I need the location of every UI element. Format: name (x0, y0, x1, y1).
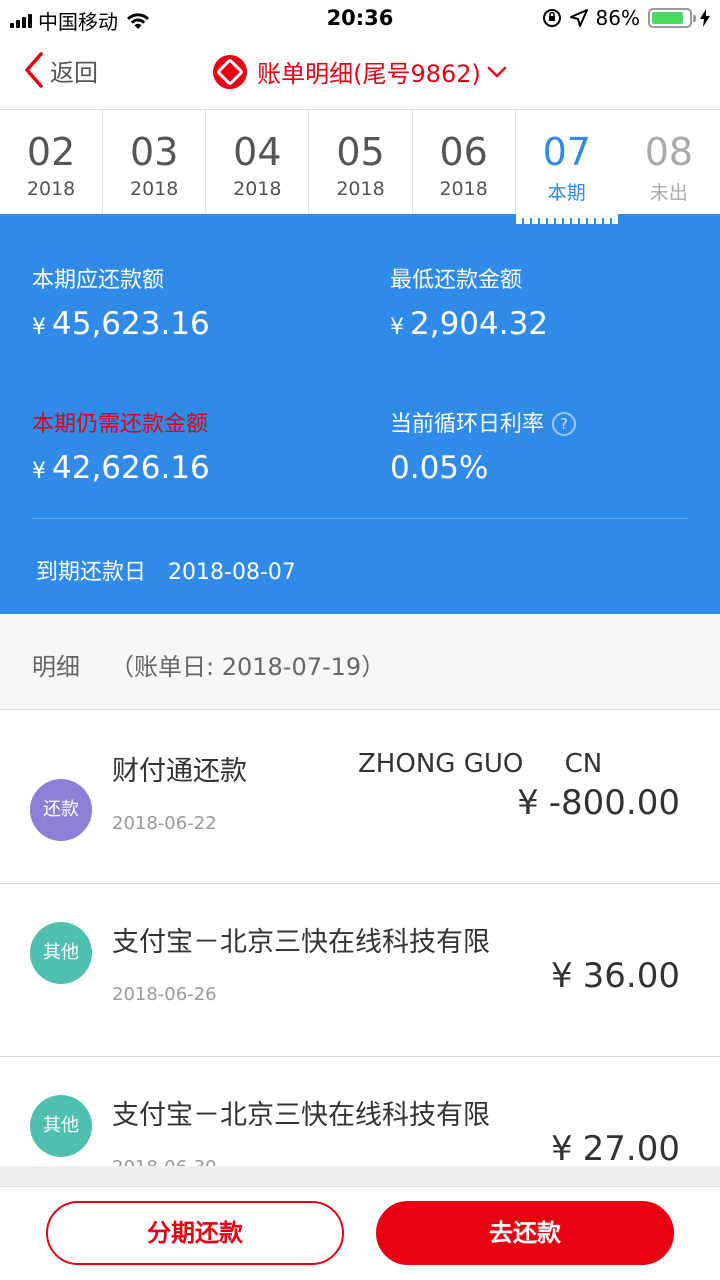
due-date-label: 到期还款日 (36, 560, 147, 585)
divider (32, 518, 688, 519)
min-payment-label: 最低还款金额 (390, 268, 523, 293)
status-bar: 中国移动 20:36 86% (0, 0, 720, 38)
due-amount-label: 本期应还款额 (32, 268, 165, 293)
remaining-block: 本期仍需还款金额 ¥42,626.16 (32, 406, 210, 486)
transaction-date: 2018-06-26 (112, 984, 217, 1005)
month-tab-03[interactable]: 03 2018 (103, 110, 207, 214)
orientation-lock-icon (542, 9, 561, 27)
card-selector[interactable]: 账单明细(尾号9862) (0, 54, 720, 89)
currency-symbol: ¥ (517, 783, 539, 823)
due-amount-value: ¥45,623.16 (32, 306, 210, 342)
remaining-label: 本期仍需还款金额 (32, 412, 209, 437)
month-year: 本期 (547, 182, 586, 204)
min-payment-block: 最低还款金额 ¥2,904.32 (390, 262, 548, 342)
month-number: 07 (542, 130, 591, 174)
detail-title: 明细 (32, 653, 80, 681)
installment-button[interactable]: 分期还款 (46, 1201, 344, 1265)
due-date-row: 到期还款日 2018-08-07 (36, 554, 296, 586)
month-year: 2018 (336, 178, 385, 200)
status-right: 86% (542, 6, 710, 30)
transaction-row[interactable]: 其他 支付宝－北京三快在线科技有限 2018-06-26 ¥36.00 (0, 884, 720, 1057)
bank-logo-icon (213, 54, 248, 89)
statement-date: （账单日: 2018-07-19） (110, 653, 386, 681)
merchant-name: 支付宝－北京三快在线科技有限 (112, 1100, 490, 1131)
month-number: 08 (644, 130, 694, 174)
transaction-row[interactable]: 还款 财付通还款 ZHONG GUO CN 2018-06-22 ¥ -800.0… (0, 711, 720, 884)
month-tab-08[interactable]: 08 未出 (618, 110, 720, 214)
transaction-amount: ¥ -800.00 (517, 783, 680, 823)
location-icon (569, 9, 588, 27)
month-number: 04 (233, 130, 282, 174)
min-payment-value: ¥2,904.32 (390, 306, 549, 342)
battery-icon (648, 8, 696, 28)
month-tabs: 02 2018 03 2018 04 2018 05 2018 06 2018 … (0, 110, 720, 224)
transaction-amount: ¥27.00 (551, 1129, 680, 1169)
detail-header: 明细 （账单日: 2018-07-19） (0, 614, 720, 710)
transaction-amount: ¥36.00 (551, 956, 680, 996)
nav-bar: 返回 账单明细(尾号9862) (0, 38, 720, 110)
month-tab-02[interactable]: 02 2018 (0, 110, 104, 214)
month-year: 2018 (439, 178, 488, 200)
merchant-name: 财付通还款 (112, 756, 247, 787)
due-date-value: 2018-08-07 (168, 560, 296, 585)
interest-value: 0.05% (390, 450, 489, 486)
month-tab-04[interactable]: 04 2018 (206, 110, 310, 214)
currency-symbol: ¥ (32, 459, 46, 484)
bill-summary: 本期应还款额 ¥45,623.16 最低还款金额 ¥2,904.32 本期仍需还… (0, 214, 720, 614)
category-badge: 其他 (30, 922, 92, 984)
scroll-edge (0, 1166, 720, 1186)
battery-percent: 86% (595, 6, 640, 30)
month-tab-05[interactable]: 05 2018 (309, 110, 413, 214)
pay-button[interactable]: 去还款 (376, 1201, 674, 1265)
currency-symbol: ¥ (390, 315, 404, 340)
month-number: 02 (26, 130, 76, 174)
month-number: 03 (130, 130, 179, 174)
category-badge: 其他 (30, 1095, 92, 1157)
page-title: 账单明细(尾号9862) (257, 60, 481, 88)
help-icon[interactable]: ? (552, 412, 577, 436)
currency-symbol: ¥ (551, 1129, 573, 1169)
footer-actions: 分期还款 去还款 (0, 1186, 720, 1280)
remaining-value: ¥42,626.16 (32, 450, 210, 486)
month-year: 2018 (130, 178, 179, 200)
merchant-location: ZHONG GUO CN (358, 749, 603, 779)
due-amount-block: 本期应还款额 ¥45,623.16 (32, 262, 210, 342)
month-year: 2018 (26, 178, 76, 200)
merchant-name: 支付宝－北京三快在线科技有限 (112, 927, 490, 958)
currency-symbol: ¥ (551, 956, 573, 996)
chevron-down-icon (487, 66, 507, 77)
currency-symbol: ¥ (32, 315, 46, 340)
interest-label: 当前循环日利率? (390, 406, 577, 438)
month-year: 2018 (233, 178, 282, 200)
month-number: 05 (336, 130, 385, 174)
month-tab-06[interactable]: 06 2018 (413, 110, 516, 214)
month-number: 06 (439, 130, 488, 174)
category-badge: 还款 (30, 779, 92, 841)
transaction-date: 2018-06-22 (112, 813, 217, 834)
interest-block: 当前循环日利率? 0.05% (390, 406, 577, 486)
charging-icon (700, 9, 710, 27)
month-year: 未出 (649, 182, 688, 204)
month-tab-07[interactable]: 07 本期 (515, 110, 618, 224)
